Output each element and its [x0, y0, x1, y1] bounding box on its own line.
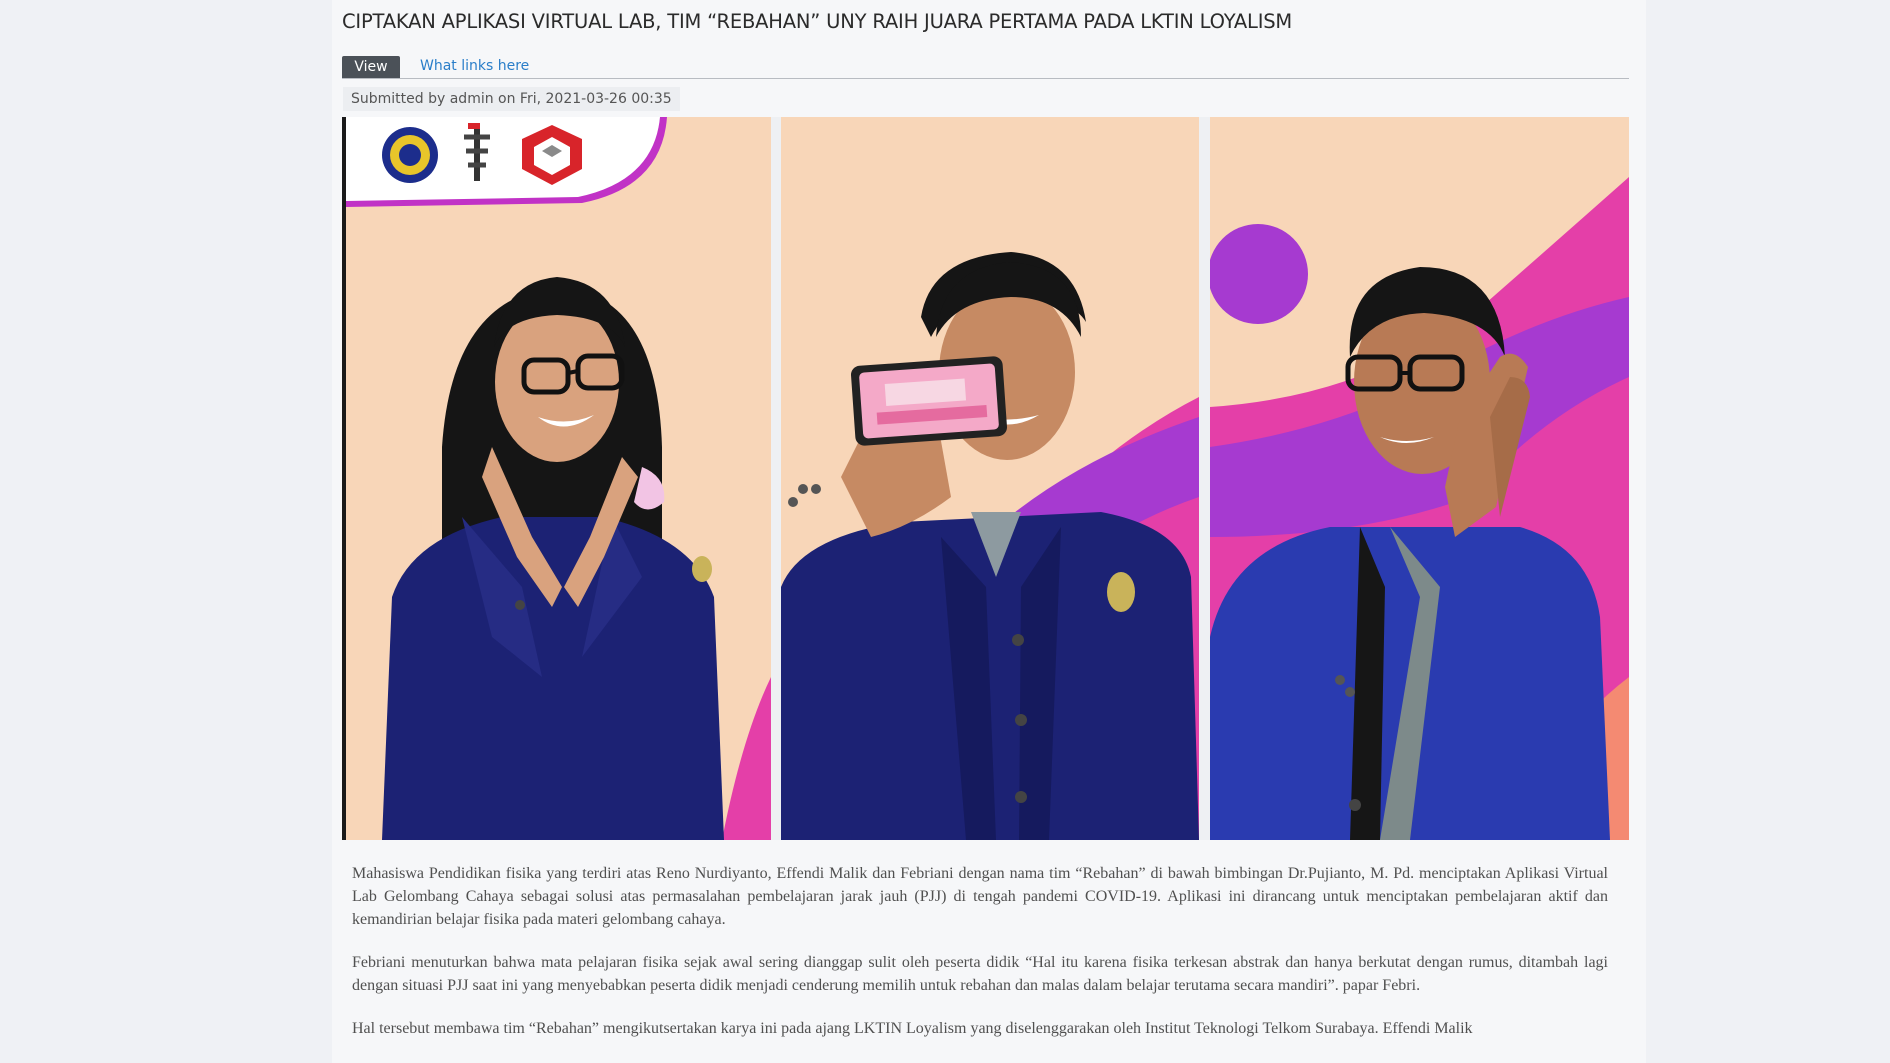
article-paragraph-2: Febriani menuturkan bahwa mata pelajaran… [352, 954, 1608, 994]
photo-panel-3 [1210, 117, 1629, 840]
tab-bar: View What links here [342, 56, 1629, 79]
photo-panel-2 [781, 117, 1199, 840]
photo-panel-3-graphic [1210, 117, 1629, 840]
page-title: CIPTAKAN APLIKASI VIRTUAL LAB, TIM “REBA… [342, 10, 1293, 33]
submitted-info: Submitted by admin on Fri, 2021-03-26 00… [343, 87, 680, 111]
content-area: CIPTAKAN APLIKASI VIRTUAL LAB, TIM “REBA… [332, 0, 1646, 1063]
tab-what-links-here[interactable]: What links here [420, 58, 529, 74]
article-photo [342, 117, 1629, 840]
photo-panel-1-graphic [342, 117, 771, 840]
photo-panel-1 [342, 117, 771, 840]
article-paragraph-1: Mahasiswa Pendidikan fisika yang terdiri… [352, 865, 1608, 928]
photo-panel-2-graphic [781, 117, 1199, 840]
article-body: Mahasiswa Pendidikan fisika yang terdiri… [352, 862, 1608, 1060]
tab-view[interactable]: View [342, 56, 400, 78]
article-paragraph-3: Hal tersebut membawa tim “Rebahan” mengi… [352, 1020, 1473, 1037]
